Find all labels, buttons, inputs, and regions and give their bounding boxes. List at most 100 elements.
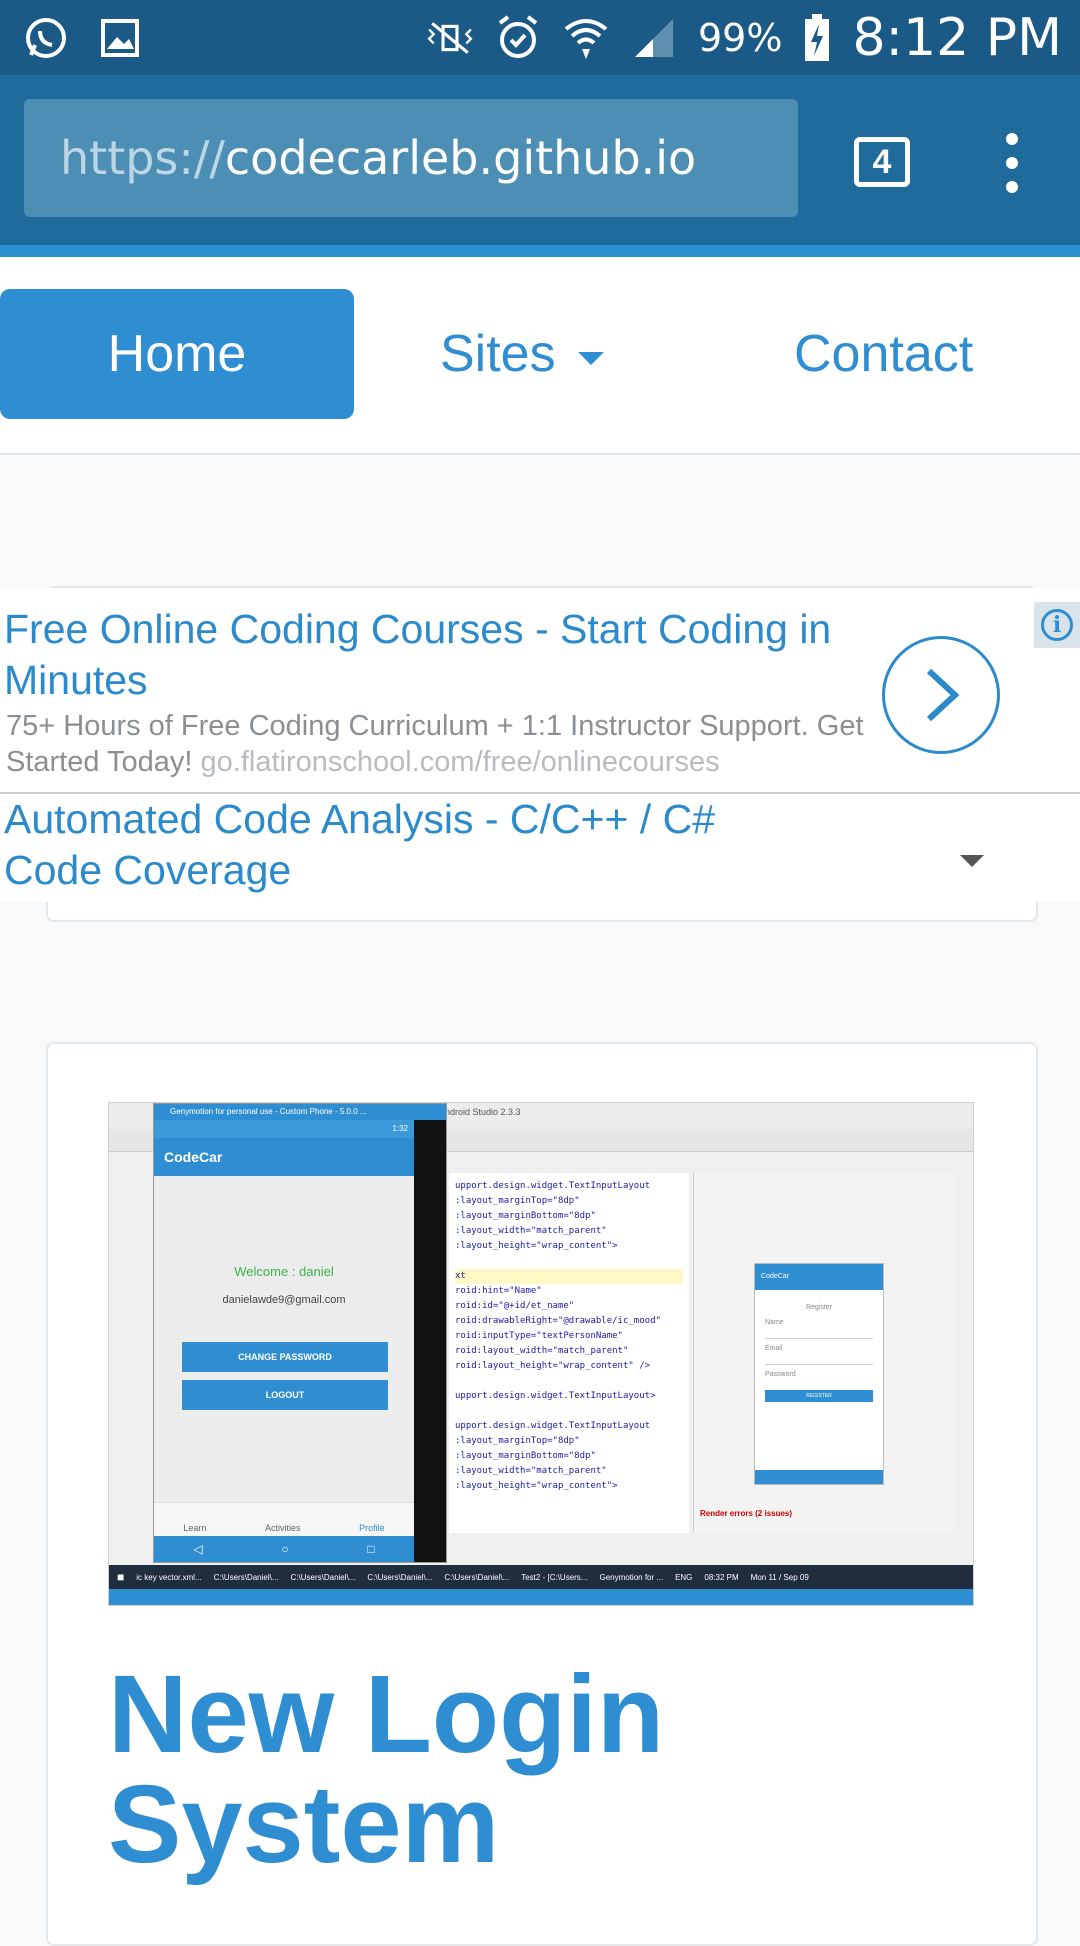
code-editor: upport.design.widget.TextInputLayout :lay… [449,1173,689,1533]
url-bar[interactable]: https://codecarleb.github.io [24,99,798,217]
chevron-right-icon [926,668,960,722]
windows-start-icon: ■ [117,1570,125,1584]
preview-password: Password [765,1371,796,1378]
code-line: upport.design.widget.TextInputLayout> [455,1391,656,1401]
code-line: roid:drawableRight="@drawable/ic_mood" [455,1316,661,1326]
emulator-app-bar: CodeCar [154,1138,414,1176]
url-scheme: https:// [60,131,225,185]
tab-activities: Activities [264,1523,301,1533]
emulator-navbar: ◁ ○ □ [154,1536,414,1562]
alarm-icon [494,14,542,62]
code-line: upport.design.widget.TextInputLayout [455,1421,651,1431]
ad-url[interactable]: go.flatironschool.com/free/onlinecourses [201,746,720,778]
code-line: roid:id="@+id/et_name" [455,1301,575,1311]
home-icon: ○ [281,1542,289,1556]
layout-preview: CodeCar Register Name Email Password REG… [693,1173,954,1533]
taskbar-item: C:\Users\Daniel\... [213,1572,279,1582]
nav-contact[interactable]: Contact [794,289,973,419]
wifi-icon [562,14,610,62]
tab-switcher-button[interactable]: 4 [854,137,910,187]
emulator-body: Welcome : daniel danielawde9@gmail.com C… [154,1176,414,1502]
recents-icon: □ [367,1542,375,1556]
status-bar: 99% 8:12 PM [0,0,1080,75]
emulator-window: Genymotion for personal use - Custom Pho… [153,1103,447,1563]
taskbar-item: Test2 - [C:\Users... [521,1572,588,1582]
code-line: :layout_marginTop="8dp" [455,1196,580,1206]
site-navigation: Home Sites Contact [0,257,1080,455]
ide-title: Android Studio 2.3.3 [439,1107,521,1117]
code-line: upport.design.widget.TextInputLayout [455,1181,651,1191]
signal-icon [630,14,678,62]
preview-register: Register [805,1304,833,1311]
ad-open-button[interactable] [882,636,1000,754]
preview-line [765,1338,873,1339]
preview-email: Email [765,1345,783,1352]
gallery-icon [96,14,144,62]
emulator-title: Genymotion for personal use - Custom Pho… [154,1104,446,1120]
code-line: :layout_width="match_parent" [455,1466,607,1476]
code-line: :layout_width="match_parent" [455,1226,607,1236]
code-line: roid:inputType="textPersonName" [455,1331,623,1341]
article-screenshot[interactable]: Android Studio 2.3.3 upport.design.widge… [108,1102,974,1606]
emulator-status: 1:32 [154,1120,414,1138]
clock: 8:12 PM [852,8,1062,68]
preview-register-button: REGISTER [765,1390,873,1402]
tab-profile: Profile [359,1523,385,1533]
preview-app-bar: CodeCar [755,1264,883,1290]
logout-button: LOGOUT [182,1380,388,1410]
ad-description: 75+ Hours of Free Coding Curriculum + 1:… [6,708,886,780]
battery-percent: 99% [698,16,783,60]
code-line: xt [455,1269,683,1284]
preview-phone: CodeCar Register Name Email Password REG… [754,1263,884,1485]
code-line: roid:hint="Name" [455,1286,542,1296]
browser-toolbar: https://codecarleb.github.io 4 [0,75,1080,245]
nav-sites-label: Sites [440,325,556,383]
emulator-tabs: Learn Activities Profile [154,1502,414,1536]
toolbar-accent-line [0,245,1080,257]
whatsapp-icon [22,14,70,62]
emulator-sidebar [414,1120,446,1562]
code-line: roid:layout_width="match_parent" [455,1346,629,1356]
taskbar-taskbar-date: Mon 11 / Sep 09 [750,1572,809,1582]
code-line: :layout_height="wrap_content"> [455,1481,618,1491]
change-password-button: CHANGE PASSWORD [182,1342,388,1372]
nav-home[interactable]: Home [0,289,354,419]
vibrate-mute-icon [426,14,474,62]
taskbar-item: ic key vector.xml... [136,1572,202,1582]
preview-nav [755,1470,883,1484]
chevron-down-icon[interactable] [960,855,984,867]
code-line: :layout_marginBottom="8dp" [455,1451,596,1461]
code-line: roid:layout_height="wrap_content" /> [455,1361,651,1371]
ad-headline[interactable]: Free Online Coding Courses - Start Codin… [4,604,864,706]
ad-info-button[interactable]: i [1034,602,1080,648]
welcome-text: Welcome : daniel [234,1264,334,1279]
url-host: codecarleb.github.io [224,131,697,185]
preview-line [765,1364,873,1365]
taskbar-strip [109,1589,973,1605]
preview-name: Name [765,1319,784,1326]
taskbar-item: C:\Users\Daniel\... [444,1572,510,1582]
render-errors: Render errors (2 issues) [700,1509,793,1518]
taskbar-item: C:\Users\Daniel\... [367,1572,433,1582]
code-line: :layout_height="wrap_content"> [455,1241,618,1251]
tab-learn: Learn [183,1523,207,1533]
article-title: New Login System [108,1653,665,1886]
nav-sites-dropdown[interactable]: Sites [440,289,604,419]
windows-taskbar: ■ ic key vector.xml... C:\Users\Daniel\..… [109,1565,973,1589]
back-icon: ◁ [193,1542,203,1556]
code-line: :layout_marginBottom="8dp" [455,1211,596,1221]
taskbar-item: C:\Users\Daniel\... [290,1572,356,1582]
code-line: :layout_marginTop="8dp" [455,1436,580,1446]
taskbar-item: Genymotion for ... [599,1572,664,1582]
ad-headline-2[interactable]: Automated Code Analysis - C/C++ / C# Cod… [4,794,764,896]
info-icon: i [1041,609,1073,641]
caret-down-icon [577,351,604,365]
overflow-menu-icon[interactable] [992,133,1032,193]
taskbar-lang: ENG [675,1572,693,1582]
battery-charging-icon [802,14,832,62]
email-text: danielawde9@gmail.com [222,1294,346,1306]
taskbar-taskbar-time: 08:32 PM [704,1572,739,1582]
